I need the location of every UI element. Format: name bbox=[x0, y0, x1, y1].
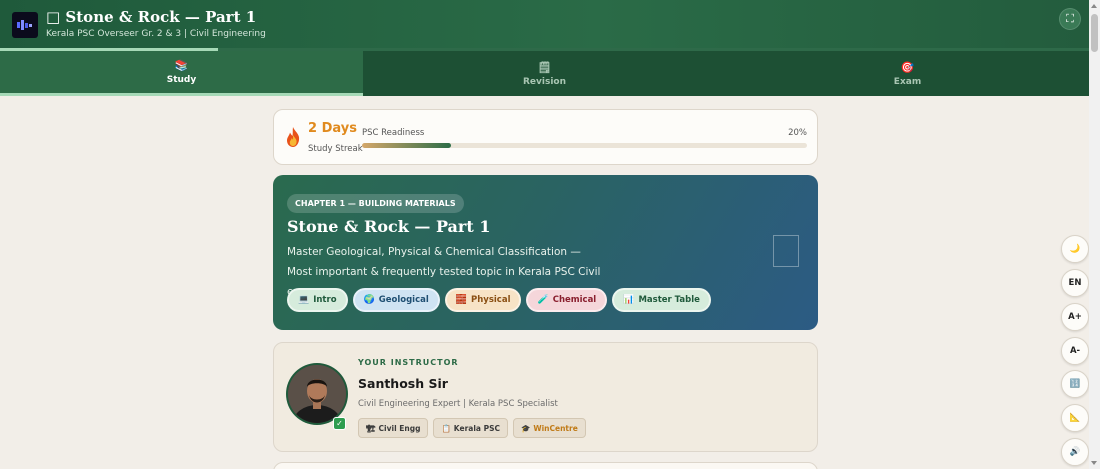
chip-physical[interactable]: 🧱 Physical bbox=[444, 288, 522, 312]
next-section-card bbox=[273, 462, 818, 469]
tab-label: Study bbox=[166, 75, 197, 85]
app-title-text: Stone & Rock — Part 1 bbox=[65, 8, 257, 26]
vertical-scrollbar[interactable] bbox=[1089, 0, 1100, 469]
instructor-tags: 🏗 Civil Engg 📋 Kerala PSC 🎓 WinCentre bbox=[358, 418, 586, 438]
building-icon: 🏗 bbox=[366, 423, 376, 433]
readiness-progress-bar bbox=[362, 143, 807, 148]
app-subtitle: Kerala PSC Overseer Gr. 2 & 3 | Civil En… bbox=[46, 29, 266, 39]
chapter-title: Stone & Rock — Part 1 bbox=[287, 217, 491, 236]
calculator-button[interactable]: 🔢 bbox=[1061, 370, 1089, 398]
graduation-cap-icon: 🎓 bbox=[520, 423, 531, 433]
tag-label: WinCentre bbox=[533, 423, 578, 433]
tag-label: Kerala PSC bbox=[453, 423, 500, 433]
tab-label: Revision bbox=[522, 76, 567, 87]
book-icon: 📚 bbox=[174, 59, 189, 72]
chip-label: Chemical bbox=[552, 295, 597, 305]
calculator-icon: 🔢 bbox=[1069, 379, 1081, 389]
dark-mode-button[interactable]: 🌙 bbox=[1061, 235, 1089, 263]
chip-label: Geological bbox=[378, 295, 429, 305]
tab-study[interactable]: 📚 Study bbox=[0, 51, 363, 96]
clipboard-icon: 📋 bbox=[441, 423, 451, 433]
font-decrease-button[interactable]: A- bbox=[1061, 337, 1089, 365]
chip-label: Physical bbox=[471, 295, 511, 305]
moon-icon: 🌙 bbox=[1069, 244, 1081, 254]
flame-icon bbox=[287, 127, 300, 147]
avatar-ring bbox=[286, 363, 348, 425]
instructor-name: Santhosh Sir bbox=[358, 376, 448, 391]
tab-bar: 📚 Study 🗒 Revision 🎯 Exam bbox=[0, 51, 1089, 96]
chip-label: Intro bbox=[313, 295, 337, 305]
font-decrease-label: A- bbox=[1069, 346, 1081, 356]
ruler-button[interactable]: 📐 bbox=[1061, 404, 1089, 432]
section-chips: 💻 Intro 🌍 Geological 🧱 Physical 🧪 Chemic… bbox=[287, 288, 711, 312]
chip-geological[interactable]: 🌍 Geological bbox=[352, 288, 440, 312]
chip-chemical[interactable]: 🧪 Chemical bbox=[526, 288, 608, 312]
fullscreen-icon: ⛶ bbox=[1066, 12, 1074, 25]
title-glyph: □ bbox=[46, 8, 61, 26]
readiness-progress-fill bbox=[362, 143, 451, 148]
decorative-frame bbox=[773, 235, 799, 267]
target-icon: 🎯 bbox=[900, 60, 915, 74]
tag-civil-engg: 🏗 Civil Engg bbox=[358, 418, 429, 438]
tag-label: Civil Engg bbox=[378, 423, 421, 433]
table-icon: 📊 bbox=[623, 295, 635, 305]
chip-intro[interactable]: 💻 Intro bbox=[287, 288, 348, 312]
tag-wincentre: 🎓 WinCentre bbox=[512, 418, 586, 438]
scroll-down-arrow-icon[interactable] bbox=[1091, 461, 1097, 465]
chip-label: Master Table bbox=[638, 295, 700, 305]
notepad-icon: 🗒 bbox=[537, 60, 552, 74]
font-increase-label: A+ bbox=[1068, 312, 1082, 322]
audio-button[interactable]: 🔊 bbox=[1061, 438, 1089, 466]
tab-revision[interactable]: 🗒 Revision bbox=[363, 51, 726, 96]
language-label: EN bbox=[1068, 278, 1082, 288]
app-title: □ Stone & Rock — Part 1 bbox=[46, 7, 266, 27]
streak-card: 2 Days Study Streak PSC Readiness 20% bbox=[273, 109, 818, 165]
language-button[interactable]: EN bbox=[1061, 269, 1089, 297]
chapter-hero-card: CHAPTER 1 — BUILDING MATERIALS Stone & R… bbox=[273, 175, 818, 330]
scrollbar-thumb[interactable] bbox=[1091, 14, 1098, 52]
instructor-role: Civil Engineering Expert | Kerala PSC Sp… bbox=[358, 399, 558, 409]
instructor-label: YOUR INSTRUCTOR bbox=[358, 358, 459, 367]
monitor-icon: 💻 bbox=[298, 295, 310, 305]
app-header: □ Stone & Rock — Part 1 Kerala PSC Overs… bbox=[0, 0, 1089, 48]
tab-label: Exam bbox=[893, 76, 922, 87]
streak-value: 2 Days bbox=[308, 121, 357, 136]
triangle-ruler-icon: 📐 bbox=[1069, 413, 1081, 423]
chapter-badge: CHAPTER 1 — BUILDING MATERIALS bbox=[287, 194, 464, 213]
chip-master-table[interactable]: 📊 Master Table bbox=[612, 288, 711, 312]
readiness-percent: 20% bbox=[788, 128, 807, 138]
speaker-icon: 🔊 bbox=[1069, 447, 1081, 457]
brick-icon: 🧱 bbox=[455, 295, 467, 305]
scroll-up-arrow-icon[interactable] bbox=[1091, 4, 1097, 8]
instructor-card: ✓ YOUR INSTRUCTOR Santhosh Sir Civil Eng… bbox=[273, 342, 818, 452]
flask-icon: 🧪 bbox=[537, 295, 549, 305]
tag-kerala-psc: 📋 Kerala PSC bbox=[433, 418, 508, 438]
readiness-label: PSC Readiness bbox=[362, 128, 425, 138]
streak-label: Study Streak bbox=[308, 144, 363, 154]
logo bbox=[12, 12, 38, 38]
tab-exam[interactable]: 🎯 Exam bbox=[726, 51, 1089, 96]
fullscreen-button[interactable]: ⛶ bbox=[1059, 8, 1081, 30]
verified-badge-icon: ✓ bbox=[333, 417, 346, 430]
font-increase-button[interactable]: A+ bbox=[1061, 303, 1089, 331]
avatar bbox=[288, 365, 346, 423]
globe-icon: 🌍 bbox=[363, 295, 375, 305]
